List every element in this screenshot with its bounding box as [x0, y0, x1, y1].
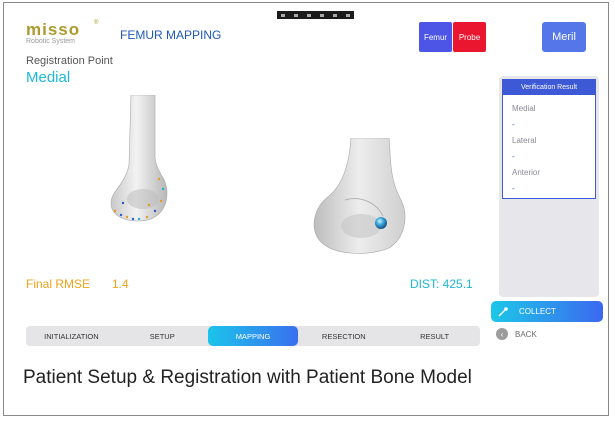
status-strip [277, 11, 354, 19]
status-indicator [345, 13, 350, 17]
back-button[interactable]: ‹ BACK [496, 326, 537, 342]
verification-label-medial: Medial [512, 104, 536, 113]
probe-tip [375, 217, 387, 229]
status-indicator [332, 13, 337, 17]
probe-icon [497, 306, 511, 318]
registration-point-label: Registration Point [26, 55, 113, 67]
final-rmse-label: Final RMSE [26, 277, 91, 291]
femur-model-right[interactable] [305, 138, 415, 258]
verification-result-box: Verification Result Medial - Lateral - A… [502, 79, 596, 199]
verification-value-anterior: - [512, 184, 515, 193]
caption: Patient Setup & Registration with Patien… [23, 367, 472, 388]
distance-readout: DIST: 425.1 [410, 277, 473, 291]
collect-button[interactable]: COLLECT [491, 301, 603, 322]
femur-button[interactable]: Femur [419, 22, 452, 52]
back-label: BACK [515, 329, 537, 339]
status-indicator [294, 13, 299, 17]
femur-model-left[interactable] [103, 95, 183, 225]
status-indicator [307, 13, 312, 17]
page-title: FEMUR MAPPING [120, 28, 222, 42]
logo-registered-mark: ® [94, 20, 99, 26]
meril-logo-button[interactable]: Meril [542, 22, 586, 52]
workflow-steps: INITIALIZATION SETUP MAPPING RESECTION R… [26, 326, 480, 346]
status-indicator [319, 13, 324, 17]
step-resection[interactable]: RESECTION [298, 326, 389, 346]
verification-value-lateral: - [512, 152, 515, 161]
logo-subtitle: Robotic System [26, 38, 76, 45]
verification-value-medial: - [512, 120, 515, 129]
verification-panel: Verification Result Medial - Lateral - A… [499, 76, 599, 297]
step-mapping[interactable]: MAPPING [207, 326, 299, 346]
verification-result-title: Verification Result [503, 80, 595, 95]
misso-logo: misso ® Robotic System [26, 20, 99, 46]
registration-point-value: Medial [26, 69, 71, 86]
chevron-left-icon: ‹ [496, 328, 508, 340]
verification-label-lateral: Lateral [512, 136, 537, 145]
collect-label: COLLECT [519, 307, 556, 316]
verification-label-anterior: Anterior [512, 168, 541, 177]
step-initialization[interactable]: INITIALIZATION [26, 326, 117, 346]
logo-text: misso [26, 20, 81, 39]
probe-button[interactable]: Probe [453, 22, 486, 52]
step-result[interactable]: RESULT [389, 326, 480, 346]
step-setup[interactable]: SETUP [117, 326, 208, 346]
status-indicator [281, 13, 286, 17]
final-rmse-value: 1.4 [112, 277, 129, 291]
